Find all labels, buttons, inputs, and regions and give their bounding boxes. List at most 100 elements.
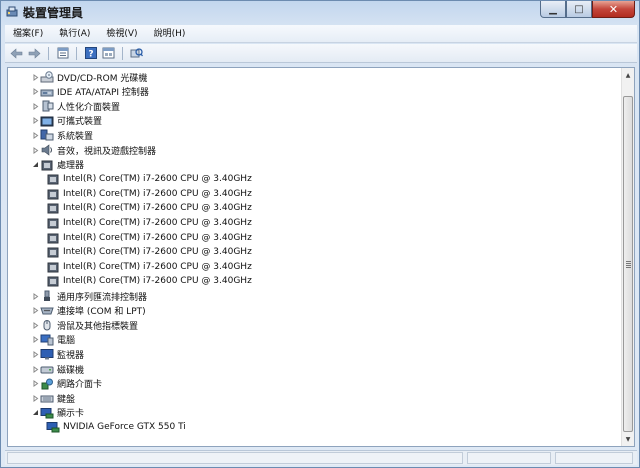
close-button[interactable]: ✕ <box>592 1 635 18</box>
tree-device-row[interactable]: Intel(R) Core(TM) i7-2600 CPU @ 3.40GHz <box>46 216 252 230</box>
expanded-arrow-icon[interactable] <box>30 158 40 172</box>
tree-item-label: DVD/CD-ROM 光碟機 <box>57 73 148 84</box>
caption-buttons: ▁ □ ✕ <box>540 1 635 18</box>
properties-button[interactable] <box>55 46 70 60</box>
usb-icon <box>40 290 54 302</box>
help-icon: ? <box>84 47 97 59</box>
tree-device-row[interactable]: Intel(R) Core(TM) i7-2600 CPU @ 3.40GHz <box>46 231 252 245</box>
tree-device-row[interactable]: Intel(R) Core(TM) i7-2600 CPU @ 3.40GHz <box>46 245 252 259</box>
tree-item-label: 磁碟機 <box>57 365 85 376</box>
tree-item-label: 電腦 <box>57 336 76 347</box>
tree-category-row[interactable]: 音效，視訊及遊戲控制器 <box>30 143 156 157</box>
maximize-button[interactable]: □ <box>566 1 592 18</box>
tree-device-row[interactable]: Intel(R) Core(TM) i7-2600 CPU @ 3.40GHz <box>46 274 252 288</box>
tree-category-row[interactable]: 通用序列匯流排控制器 <box>30 289 147 303</box>
status-panel-2 <box>467 452 551 464</box>
cpu-icon <box>46 275 60 287</box>
menu-action[interactable]: 執行(A) <box>51 25 98 43</box>
tree-item-label: 通用序列匯流排控制器 <box>57 292 148 303</box>
tree-item-label: 處理器 <box>57 161 85 172</box>
status-bar <box>5 450 637 465</box>
tree-category-row[interactable]: 人性化介面裝置 <box>30 99 120 113</box>
collapsed-arrow-icon[interactable] <box>30 391 40 405</box>
device-tree[interactable]: DVD/CD-ROM 光碟機 IDE ATA/ATAPI 控制器 人性化介面裝置 可攜… <box>7 67 635 447</box>
tree-device-row[interactable]: Intel(R) Core(TM) i7-2600 CPU @ 3.40GHz <box>46 260 252 274</box>
expanded-arrow-icon[interactable] <box>30 406 40 420</box>
collapsed-arrow-icon[interactable] <box>30 114 40 128</box>
tree-category-row[interactable]: 電腦 <box>30 333 75 347</box>
help-button[interactable]: ? <box>83 46 98 60</box>
tree-category-row[interactable]: 連接埠 (COM 和 LPT) <box>30 304 146 318</box>
tree-device-row[interactable]: Intel(R) Core(TM) i7-2600 CPU @ 3.40GHz <box>46 172 252 186</box>
menu-bar: 檔案(F) 執行(A) 檢視(V) 說明(H) <box>5 25 637 43</box>
tree-device-row[interactable]: Intel(R) Core(TM) i7-2600 CPU @ 3.40GHz <box>46 201 252 215</box>
tree-item-label: Intel(R) Core(TM) i7-2600 CPU @ 3.40GHz <box>63 247 252 258</box>
back-button[interactable] <box>9 46 24 60</box>
cpu-icon <box>46 246 60 258</box>
cpu-icon <box>46 188 60 200</box>
tree-item-label: 音效，視訊及遊戲控制器 <box>57 146 157 157</box>
scroll-down-button[interactable]: ▼ <box>622 432 634 446</box>
toolbar-separator <box>122 46 123 60</box>
tree-item-label: Intel(R) Core(TM) i7-2600 CPU @ 3.40GHz <box>63 261 252 272</box>
tree-device-row[interactable]: Intel(R) Core(TM) i7-2600 CPU @ 3.40GHz <box>46 187 252 201</box>
toolbar-separator <box>48 46 49 60</box>
vertical-scrollbar[interactable]: ▲ ▼ <box>621 68 634 446</box>
window-title: 裝置管理員 <box>23 6 84 20</box>
scrollbar-thumb[interactable] <box>623 96 633 432</box>
device-tree-list: DVD/CD-ROM 光碟機 IDE ATA/ATAPI 控制器 人性化介面裝置 可攜… <box>8 68 622 446</box>
collapsed-arrow-icon[interactable] <box>30 333 40 347</box>
forward-button[interactable] <box>27 46 42 60</box>
tree-device-row[interactable]: NVIDIA GeForce GTX 550 Ti <box>46 420 186 434</box>
collapsed-arrow-icon[interactable] <box>30 318 40 332</box>
collapsed-arrow-icon[interactable] <box>30 289 40 303</box>
collapsed-arrow-icon[interactable] <box>30 347 40 361</box>
tree-category-row[interactable]: DVD/CD-ROM 光碟機 <box>30 70 147 84</box>
tree-item-label: 可攜式裝置 <box>57 117 103 128</box>
portable-device-icon <box>40 115 54 127</box>
tree-category-row[interactable]: 顯示卡 <box>30 406 84 420</box>
tree-item-label: IDE ATA/ATAPI 控制器 <box>57 88 149 99</box>
tree-item-label: 顯示卡 <box>57 409 85 420</box>
tree-category-row[interactable]: IDE ATA/ATAPI 控制器 <box>30 85 149 99</box>
close-icon: ✕ <box>608 2 619 16</box>
status-panel-main <box>7 452 463 464</box>
cpu-icon <box>46 173 60 185</box>
collapsed-arrow-icon[interactable] <box>30 304 40 318</box>
scroll-up-button[interactable]: ▲ <box>622 68 634 82</box>
keyboard-icon <box>40 392 54 404</box>
tree-category-row[interactable]: 磁碟機 <box>30 362 84 376</box>
tree-category-row[interactable]: 監視器 <box>30 347 84 361</box>
device-manager-app-icon <box>6 6 18 18</box>
tree-category-row[interactable]: 滑鼠及其他指標裝置 <box>30 318 138 332</box>
tree-category-row[interactable]: 網路介面卡 <box>30 377 102 391</box>
show-hidden-icon <box>102 47 115 59</box>
collapsed-arrow-icon[interactable] <box>30 70 40 84</box>
collapsed-arrow-icon[interactable] <box>30 362 40 376</box>
minimize-button[interactable]: ▁ <box>540 1 566 18</box>
maximize-icon: □ <box>574 3 584 15</box>
scroll-down-icon: ▼ <box>625 435 631 443</box>
collapsed-arrow-icon[interactable] <box>30 143 40 157</box>
menu-view[interactable]: 檢視(V) <box>98 25 145 43</box>
scan-hardware-icon <box>130 48 143 58</box>
collapsed-arrow-icon[interactable] <box>30 128 40 142</box>
scan-hardware-button[interactable] <box>129 46 144 60</box>
menu-help[interactable]: 說明(H) <box>146 25 194 43</box>
device-manager-window: 裝置管理員 ▁ □ ✕ 檔案(F) 執行(A) 檢視(V) 說明(H) ? DV… <box>0 0 640 468</box>
show-hidden-button[interactable] <box>101 46 116 60</box>
title-bar[interactable]: 裝置管理員 ▁ □ ✕ <box>1 1 639 23</box>
tree-category-row[interactable]: 鍵盤 <box>30 391 75 405</box>
menu-file[interactable]: 檔案(F) <box>5 25 51 43</box>
tree-category-row[interactable]: 處理器 <box>30 158 84 172</box>
collapsed-arrow-icon[interactable] <box>30 99 40 113</box>
tree-category-row[interactable]: 系統裝置 <box>30 128 93 142</box>
collapsed-arrow-icon[interactable] <box>30 377 40 391</box>
tree-item-label: 人性化介面裝置 <box>57 102 121 113</box>
dvd-drive-icon <box>40 71 54 83</box>
collapsed-arrow-icon[interactable] <box>30 85 40 99</box>
tree-item-label: 監視器 <box>57 350 85 361</box>
tree-category-row[interactable]: 可攜式裝置 <box>30 114 102 128</box>
tree-item-label: Intel(R) Core(TM) i7-2600 CPU @ 3.40GHz <box>63 203 252 214</box>
cpu-icon <box>46 202 60 214</box>
